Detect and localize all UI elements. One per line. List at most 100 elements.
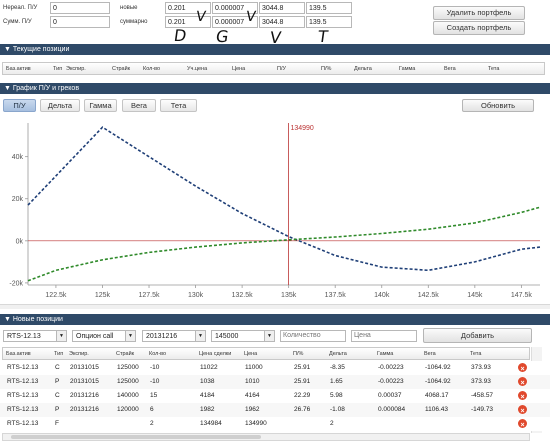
col-pl: П/У bbox=[277, 66, 286, 72]
delete-portfolio-button[interactable]: Удалить портфель bbox=[433, 6, 525, 20]
table-cell: 373.93 bbox=[471, 364, 491, 371]
table-cell: -1064.92 bbox=[425, 378, 451, 385]
tab-theta[interactable]: Тета bbox=[160, 99, 197, 112]
y-tick-label: -20k bbox=[9, 280, 23, 287]
y-tick-label: 40k bbox=[12, 154, 24, 161]
table-row[interactable]: RTS-12.13 F 2 134984 134990 2 × bbox=[0, 417, 550, 431]
table-cell: 5.98 bbox=[330, 392, 343, 399]
x-tick-label: 137.5k bbox=[325, 292, 347, 299]
chevron-down-icon: ▼ bbox=[195, 331, 205, 341]
col-pl-pct: П/% bbox=[321, 66, 332, 72]
x-tick-label: 145k bbox=[467, 292, 483, 299]
unrealized-pl-field[interactable]: 0 bbox=[50, 2, 110, 14]
col-gamma: Гамма bbox=[399, 66, 416, 72]
series-line-1 bbox=[27, 126, 541, 272]
delete-row-icon[interactable]: × bbox=[518, 377, 527, 387]
total-pl-field[interactable]: 0 bbox=[50, 16, 110, 28]
table-cell: RTS-12.13 bbox=[7, 406, 39, 413]
table-cell: 4184 bbox=[200, 392, 215, 399]
price-input[interactable] bbox=[351, 330, 417, 342]
delete-row-icon[interactable]: × bbox=[518, 363, 527, 373]
table-cell: 1106.43 bbox=[425, 406, 449, 413]
handwritten-check-2: V bbox=[244, 9, 257, 25]
total-pl-label: Сумм. П/У bbox=[3, 19, 32, 25]
table-cell: 20131015 bbox=[70, 364, 99, 371]
table-cell: 25.91 bbox=[294, 378, 311, 385]
table-cell: 26.76 bbox=[294, 406, 311, 413]
table-cell: 20131216 bbox=[70, 406, 99, 413]
table-row[interactable]: RTS-12.13 C 20131015 125000 -10 11022 11000 25.… bbox=[0, 361, 550, 375]
col-type: Тип bbox=[54, 351, 64, 357]
greeks-total-vega: 3044.8 bbox=[259, 16, 305, 28]
table-cell: 134990 bbox=[245, 420, 267, 427]
new-positions-header[interactable]: ▼ Новые позиции bbox=[0, 314, 550, 325]
col-entry-price: Уч.цена bbox=[187, 66, 208, 72]
table-row[interactable]: RTS-12.13 P 20131015 125000 -10 1038 1010 25.91… bbox=[0, 375, 550, 389]
col-strike: Страйк bbox=[116, 351, 135, 357]
col-trade-price: Цена сделки bbox=[199, 351, 232, 357]
new-positions-columns: Баз.актив Тип Экспир. Страйк Кол-во Цена… bbox=[2, 347, 530, 360]
table-cell: 1010 bbox=[245, 378, 260, 385]
col-price: Цена bbox=[244, 351, 258, 357]
current-positions-columns: Баз.актив Тип Экспир. Страйк Кол-во Уч.ц… bbox=[2, 62, 545, 75]
chart-panel-header[interactable]: ▼ График П/У и греков bbox=[0, 83, 550, 94]
add-button[interactable]: Добавить bbox=[423, 328, 532, 343]
chart-scroll-strip bbox=[0, 304, 550, 309]
table-cell: C bbox=[55, 392, 60, 399]
col-pl-pct: П/% bbox=[293, 351, 304, 357]
tab-vega[interactable]: Вега bbox=[122, 99, 156, 112]
table-cell: 373.93 bbox=[471, 378, 491, 385]
greeks-new-vega: 3044.8 bbox=[259, 2, 305, 14]
table-cell: 15 bbox=[150, 392, 158, 399]
greeks-new-theta: 139.5 bbox=[306, 2, 352, 14]
scrollbar-thumb[interactable] bbox=[11, 435, 261, 439]
expiry-select[interactable]: 20131216 ▼ bbox=[142, 330, 206, 342]
table-cell: 2 bbox=[150, 420, 154, 427]
table-cell: 22.29 bbox=[294, 392, 311, 399]
col-base-asset: Баз.актив bbox=[6, 351, 31, 357]
create-portfolio-button[interactable]: Создать портфель bbox=[433, 21, 525, 35]
table-cell: 4068.17 bbox=[425, 392, 449, 399]
table-cell: -458.57 bbox=[471, 392, 494, 399]
col-theta: Тета bbox=[470, 351, 482, 357]
table-cell: 1962 bbox=[245, 406, 260, 413]
strike-select[interactable]: 145000 ▼ bbox=[211, 330, 275, 342]
table-row[interactable]: RTS-12.13 C 20131216 140000 15 4184 4164 22.29 5… bbox=[0, 389, 550, 403]
refresh-button[interactable]: Обновить bbox=[462, 99, 534, 112]
table-cell: -0.00223 bbox=[378, 364, 404, 371]
col-expiry: Экспир. bbox=[66, 66, 86, 72]
x-tick-label: 147.5k bbox=[511, 292, 533, 299]
greeks-new-label: новые bbox=[120, 5, 138, 11]
table-cell: 0.00037 bbox=[378, 392, 402, 399]
table-cell: 11022 bbox=[200, 364, 218, 371]
horizontal-scrollbar[interactable] bbox=[2, 433, 530, 441]
table-row[interactable]: RTS-12.13 P 20131216 120000 6 1982 1962 26.76 -1… bbox=[0, 403, 550, 417]
table-cell: 6 bbox=[150, 406, 154, 413]
col-type: Тип bbox=[53, 66, 63, 72]
tab-gamma[interactable]: Гамма bbox=[84, 99, 117, 112]
current-positions-header[interactable]: ▼ Текущие позиции bbox=[0, 44, 550, 55]
delete-row-icon[interactable]: × bbox=[518, 419, 527, 429]
tab-delta[interactable]: Дельта bbox=[40, 99, 80, 112]
col-delta: Дельта bbox=[329, 351, 347, 357]
table-cell: RTS-12.13 bbox=[7, 420, 39, 427]
table-cell: F bbox=[55, 420, 59, 427]
table-cell: P bbox=[55, 378, 60, 385]
option-type-select[interactable]: Опцион call ▼ bbox=[72, 330, 136, 342]
table-cell: -10 bbox=[150, 364, 160, 371]
col-base-asset: Баз.актив bbox=[6, 66, 31, 72]
table-cell: 20131015 bbox=[70, 378, 99, 385]
option-type-value: Опцион call bbox=[76, 333, 114, 340]
col-delta: Дельта bbox=[354, 66, 372, 72]
y-tick-label: 20k bbox=[12, 196, 24, 203]
delete-row-icon[interactable]: × bbox=[518, 391, 527, 401]
table-cell: 120000 bbox=[117, 406, 139, 413]
x-tick-label: 125k bbox=[95, 292, 111, 299]
table-cell: RTS-12.13 bbox=[7, 364, 39, 371]
asset-select[interactable]: RTS-12.13 ▼ bbox=[3, 330, 67, 342]
table-cell: 2 bbox=[330, 420, 334, 427]
delete-row-icon[interactable]: × bbox=[518, 405, 527, 415]
col-gamma: Гамма bbox=[377, 351, 394, 357]
tab-pl[interactable]: П/У bbox=[3, 99, 36, 112]
quantity-input[interactable] bbox=[280, 330, 346, 342]
